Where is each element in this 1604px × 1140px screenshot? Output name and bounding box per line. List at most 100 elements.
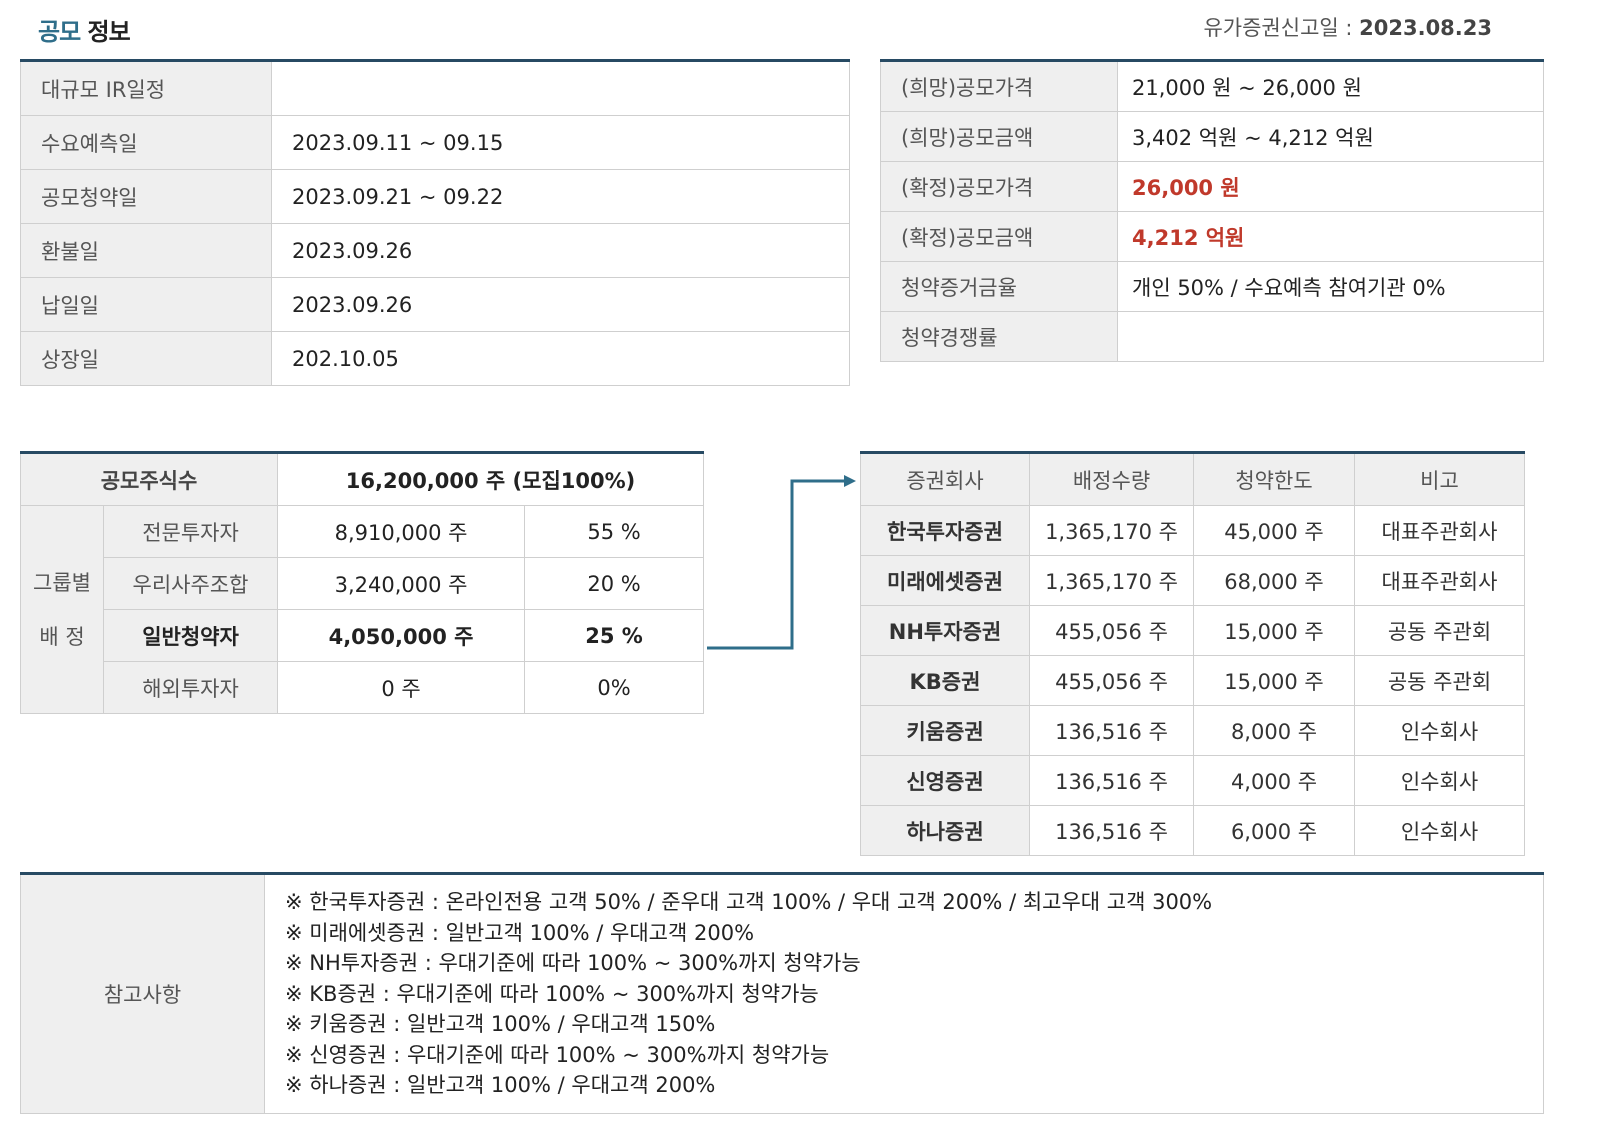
table-row: (희망)공모가격 21,000 원 ~ 26,000 원	[880, 60, 1544, 112]
note-line: ※ 신영증권 : 우대기준에 따라 100% ~ 300%까지 청약가능	[285, 1042, 830, 1067]
broker-note: 대표주관회사	[1354, 505, 1525, 556]
note-line: ※ NH투자증권 : 우대기준에 따라 100% ~ 300%까지 청약가능	[285, 951, 861, 975]
investor-shares: 4,050,000 주	[277, 609, 526, 662]
broker-note: 인수회사	[1354, 705, 1525, 756]
broker-name: 신영증권	[860, 755, 1030, 806]
investor-type: 해외투자자	[102, 661, 279, 714]
broker-name: NH투자증권	[860, 605, 1030, 656]
broker-allocation: 1,365,170 주	[1029, 505, 1194, 556]
broker-name: 미래에셋증권	[860, 555, 1030, 606]
broker-limit: 15,000 주	[1193, 605, 1355, 656]
table-row: 청약증거금율 개인 50% / 수요예측 참여기관 0%	[880, 261, 1544, 312]
broker-limit: 6,000 주	[1193, 805, 1355, 856]
total-shares-label: 공모주식수	[19, 452, 279, 506]
column-header: 배정수량	[1029, 452, 1194, 506]
investor-shares: 3,240,000 주	[277, 557, 526, 610]
pricing-value: 21,000 원 ~ 26,000 원	[1117, 60, 1544, 112]
column-header: 청약한도	[1193, 452, 1355, 506]
note-line: ※ 미래에셋증권 : 일반고객 100% / 우대고객 200%	[285, 920, 755, 945]
broker-allocation: 136,516 주	[1029, 805, 1194, 856]
schedule-value: 2023.09.21 ~ 09.22	[271, 169, 850, 224]
broker-allocation: 455,056 주	[1029, 655, 1194, 706]
schedule-label: 상장일	[20, 331, 272, 386]
pricing-label: (희망)공모가격	[880, 60, 1118, 112]
investor-pct: 0%	[524, 661, 705, 714]
table-row: 수요예측일 2023.09.11 ~ 09.15	[20, 115, 850, 170]
broker-note: 대표주관회사	[1354, 555, 1525, 606]
note-line: ※ 키움증권 : 일반고객 100% / 우대고객 150%	[285, 1012, 716, 1036]
connector-arrow-icon	[707, 475, 856, 650]
brokers-table: 증권회사 배정수량 청약한도 비고 한국투자증권 1,365,170 주 45,00…	[860, 451, 1525, 856]
broker-name: KB증권	[860, 655, 1030, 706]
table-row: 일반청약자 4,050,000 주 25 %	[21, 609, 705, 662]
investor-type: 우리사주조합	[102, 557, 279, 610]
table-row: 우리사주조합 3,240,000 주 20 %	[21, 557, 705, 610]
pricing-value	[1117, 311, 1544, 362]
broker-name: 하나증권	[860, 805, 1030, 856]
table-row: 공모주식수 16,200,000 주 (모집100%)	[19, 452, 705, 506]
table-row: 공모청약일 2023.09.21 ~ 09.22	[20, 169, 850, 224]
notes-label: 참고사항	[20, 873, 265, 1114]
schedule-label: 환불일	[20, 223, 272, 278]
confirmed-amount-value: 4,212 억원	[1117, 211, 1544, 262]
broker-name: 키움증권	[860, 705, 1030, 756]
table-row: 참고사항 ※ 한국투자증권 : 온라인전용 고객 50% / 준우대 고객 10…	[20, 873, 1544, 1114]
pricing-table: (희망)공모가격 21,000 원 ~ 26,000 원 (희망)공모금액 3,40…	[880, 59, 1544, 362]
group-label-line2: 배 정	[39, 624, 85, 649]
group-label-line1: 그룹별	[33, 570, 91, 595]
broker-note: 인수회사	[1354, 805, 1525, 856]
table-row: 한국투자증권 1,365,170 주 45,000 주 대표주관회사	[860, 505, 1525, 556]
pricing-label: (확정)공모가격	[880, 161, 1118, 212]
table-row: 대규모 IR일정	[20, 60, 850, 116]
filing-date-label: 유가증권신고일 :	[1203, 16, 1360, 40]
note-line: ※ 하나증권 : 일반고객 100% / 우대고객 200%	[285, 1073, 716, 1097]
table-row: 하나증권 136,516 주 6,000 주 인수회사	[860, 805, 1525, 856]
broker-note: 공동 주관회	[1354, 655, 1525, 706]
filing-date-value: 2023.08.23	[1359, 16, 1492, 40]
confirmed-price-value: 26,000 원	[1117, 161, 1544, 212]
broker-limit: 4,000 주	[1193, 755, 1355, 806]
investor-type: 일반청약자	[102, 609, 279, 662]
schedule-value	[271, 60, 850, 116]
schedule-label: 납일일	[20, 277, 272, 332]
pricing-label: (확정)공모금액	[880, 211, 1118, 262]
table-row: NH투자증권 455,056 주 15,000 주 공동 주관회	[860, 605, 1525, 656]
pricing-value: 3,402 억원 ~ 4,212 억원	[1117, 111, 1544, 162]
table-row: (확정)공모가격 26,000 원	[880, 161, 1544, 212]
investor-shares: 0 주	[277, 661, 526, 714]
table-row: KB증권 455,056 주 15,000 주 공동 주관회	[860, 655, 1525, 706]
schedule-label: 수요예측일	[20, 115, 272, 170]
schedule-value: 202.10.05	[271, 331, 850, 386]
broker-limit: 15,000 주	[1193, 655, 1355, 706]
table-row: 상장일 202.10.05	[20, 331, 850, 386]
table-row: 납일일 2023.09.26	[20, 277, 850, 332]
table-row: 청약경쟁률	[880, 311, 1544, 362]
table-row: 해외투자자 0 주 0%	[21, 661, 705, 714]
table-row: 미래에셋증권 1,365,170 주 68,000 주 대표주관회사	[860, 555, 1525, 606]
broker-note: 공동 주관회	[1354, 605, 1525, 656]
broker-allocation: 1,365,170 주	[1029, 555, 1194, 606]
broker-allocation: 455,056 주	[1029, 605, 1194, 656]
broker-name: 한국투자증권	[860, 505, 1030, 556]
page-title: 공모 정보	[38, 12, 131, 47]
group-allocation-label: 그룹별배 정	[20, 505, 104, 714]
investor-pct: 55 %	[524, 505, 705, 558]
table-row: 환불일 2023.09.26	[20, 223, 850, 278]
investor-pct: 20 %	[524, 557, 705, 610]
investor-shares: 8,910,000 주	[277, 505, 526, 558]
broker-limit: 45,000 주	[1193, 505, 1355, 556]
table-header-row: 증권회사 배정수량 청약한도 비고	[860, 452, 1525, 506]
notes-table: 참고사항 ※ 한국투자증권 : 온라인전용 고객 50% / 준우대 고객 10…	[20, 872, 1544, 1114]
pricing-value: 개인 50% / 수요예측 참여기관 0%	[1117, 261, 1544, 312]
schedule-value: 2023.09.26	[271, 277, 850, 332]
table-row: 그룹별배 정 전문투자자 8,910,000 주 55 %	[20, 505, 705, 714]
table-row: (희망)공모금액 3,402 억원 ~ 4,212 억원	[880, 111, 1544, 162]
schedule-value: 2023.09.11 ~ 09.15	[271, 115, 850, 170]
table-row: 신영증권 136,516 주 4,000 주 인수회사	[860, 755, 1525, 806]
schedule-value: 2023.09.26	[271, 223, 850, 278]
note-line: ※ 한국투자증권 : 온라인전용 고객 50% / 준우대 고객 100% / …	[285, 890, 1213, 914]
investor-type: 전문투자자	[102, 505, 279, 558]
broker-allocation: 136,516 주	[1029, 755, 1194, 806]
column-header: 비고	[1354, 452, 1525, 506]
broker-note: 인수회사	[1354, 755, 1525, 806]
